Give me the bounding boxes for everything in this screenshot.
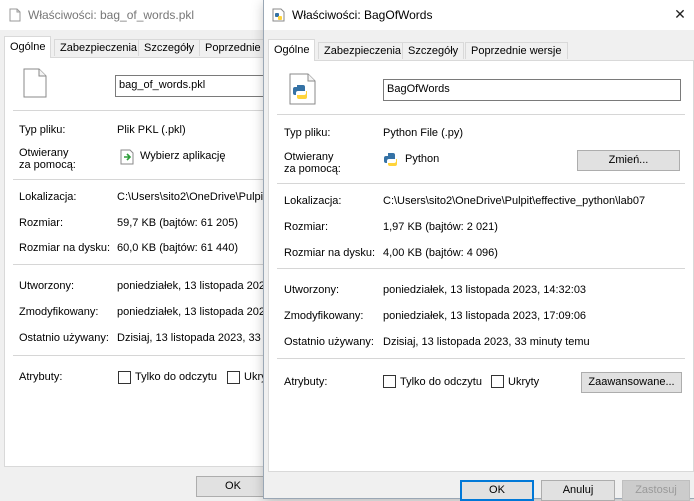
back-title-bar[interactable]: Właściwości: bag_of_words.pkl — [0, 0, 264, 30]
readonly-checkbox-label: Tylko do odczytu — [135, 371, 217, 383]
size-on-disk-label: Rozmiar na dysku: — [284, 247, 376, 259]
file-icon — [23, 68, 47, 101]
divider — [277, 183, 685, 184]
accessed-label: Ostatnio używany: — [284, 336, 374, 348]
divider — [277, 358, 685, 359]
front-tab-previous-versions[interactable]: Poprzednie wersje — [465, 42, 568, 59]
file-type-label: Typ pliku: — [19, 124, 66, 136]
readonly-checkbox[interactable] — [383, 375, 396, 388]
size-value: 1,97 KB (bajtów: 2 021) — [383, 221, 498, 233]
close-icon[interactable]: ✕ — [670, 4, 690, 24]
front-tab-strip: Ogólne Zabezpieczenia Szczegóły Poprzedn… — [268, 39, 694, 61]
change-button[interactable]: Zmień... — [577, 150, 680, 171]
front-file-name-field[interactable]: BagOfWords — [383, 79, 681, 101]
back-tab-general[interactable]: Ogólne — [4, 36, 52, 58]
front-properties-dialog: Właściwości: BagOfWords ✕ Ogólne Zabezpi… — [264, 0, 694, 501]
created-label: Utworzony: — [284, 284, 340, 296]
choose-app-icon — [120, 149, 134, 168]
divider — [13, 110, 273, 111]
back-tab-strip: Ogólne Zabezpieczenia Szczegóły Poprzedn… — [4, 36, 267, 58]
front-tab-security[interactable]: Zabezpieczenia — [318, 42, 408, 59]
back-tab-previous[interactable]: Poprzednie — [199, 39, 267, 56]
size-label: Rozmiar: — [19, 217, 64, 229]
divider — [13, 264, 273, 265]
size-value: 59,7 KB (bajtów: 61 205) — [117, 217, 239, 229]
divider — [277, 114, 685, 115]
accessed-label: Ostatnio używany: — [19, 332, 109, 344]
python-file-large-icon — [289, 73, 317, 108]
document-icon — [8, 8, 22, 22]
opens-with-value: Python — [405, 153, 440, 165]
modified-value: poniedziałek, 13 listopada 2023, 17:09:0… — [383, 310, 587, 322]
file-type-value: Python File (.py) — [383, 127, 464, 139]
front-title-bar[interactable]: Właściwości: BagOfWords ✕ — [264, 0, 694, 30]
size-on-disk-label: Rozmiar na dysku: — [19, 242, 111, 254]
accessed-value: Dzisiaj, 13 listopada 2023, 33 m — [117, 332, 273, 344]
divider — [13, 355, 273, 356]
readonly-checkbox-label: Tylko do odczytu — [400, 376, 482, 388]
advanced-button[interactable]: Zaawansowane... — [581, 372, 682, 393]
readonly-checkbox[interactable] — [118, 371, 131, 384]
file-type-label: Typ pliku: — [284, 127, 331, 139]
accessed-value: Dzisiaj, 13 listopada 2023, 33 minuty te… — [383, 336, 590, 348]
created-value: poniedziałek, 13 listopada 2023, 14:32:0… — [383, 284, 587, 296]
python-app-icon — [383, 152, 399, 171]
modified-label: Zmodyfikowany: — [19, 306, 99, 318]
hidden-checkbox[interactable] — [491, 375, 504, 388]
front-dialog-title: Właściwości: BagOfWords — [292, 8, 433, 22]
location-label: Lokalizacja: — [19, 191, 77, 203]
created-value: poniedziałek, 13 listopada 2023 — [117, 280, 272, 292]
front-tab-details[interactable]: Szczegóły — [402, 42, 465, 59]
divider — [277, 268, 685, 269]
opens-with-label-2: za pomocą: — [19, 159, 76, 171]
back-ok-button[interactable]: OK — [196, 476, 270, 497]
front-general-panel: BagOfWords Typ pliku: Python File (.py) … — [268, 60, 694, 472]
size-on-disk-value: 60,0 KB (bajtów: 61 440) — [117, 242, 239, 254]
opens-with-value[interactable]: Wybierz aplikację — [140, 150, 226, 163]
back-dialog-title: Właściwości: bag_of_words.pkl — [28, 8, 195, 22]
location-label: Lokalizacja: — [284, 195, 342, 207]
created-label: Utworzony: — [19, 280, 75, 292]
modified-value: poniedziałek, 13 listopada 2023 — [117, 306, 272, 318]
divider — [13, 179, 273, 180]
modified-label: Zmodyfikowany: — [284, 310, 364, 322]
back-file-name-field[interactable]: bag_of_words.pkl — [115, 75, 285, 97]
size-on-disk-value: 4,00 KB (bajtów: 4 096) — [383, 247, 498, 259]
location-value: C:\Users\sito2\OneDrive\Pulpit — [117, 191, 267, 203]
back-tab-details[interactable]: Szczegóły — [138, 39, 201, 56]
hidden-checkbox-label: Ukryty — [508, 376, 540, 388]
python-file-icon — [272, 8, 286, 22]
file-type-value: Plik PKL (.pkl) — [117, 124, 186, 136]
hidden-checkbox[interactable] — [227, 371, 240, 384]
opens-with-label-2: za pomocą: — [284, 163, 341, 175]
back-general-panel: bag_of_words.pkl Typ pliku: Plik PKL (.p… — [4, 57, 285, 467]
back-properties-dialog: Właściwości: bag_of_words.pkl Ogólne Zab… — [0, 0, 285, 498]
attributes-label: Atrybuty: — [284, 376, 328, 388]
back-tab-security[interactable]: Zabezpieczenia — [54, 39, 144, 56]
size-label: Rozmiar: — [284, 221, 329, 233]
front-tab-general[interactable]: Ogólne — [268, 39, 316, 61]
attributes-label: Atrybuty: — [19, 371, 63, 383]
location-value: C:\Users\sito2\OneDrive\Pulpit\effective… — [383, 195, 646, 207]
